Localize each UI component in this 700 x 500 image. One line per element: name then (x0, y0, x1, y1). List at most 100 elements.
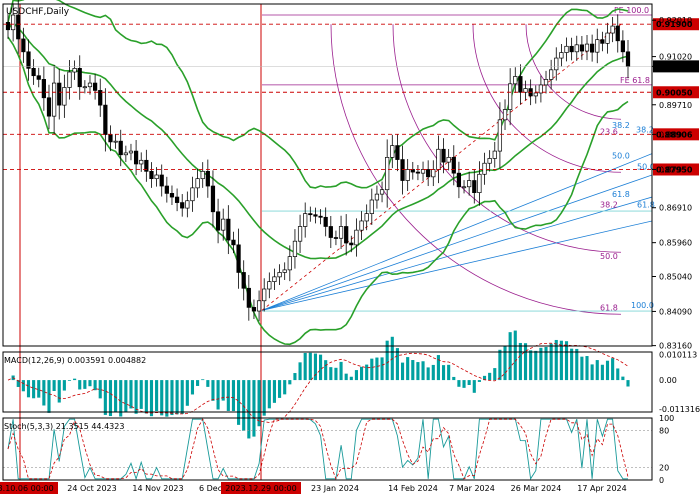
candle-body (190, 187, 195, 202)
candle-body (139, 159, 144, 165)
candle-body (467, 180, 472, 188)
fibo-fan-382-label: 38.2 (636, 126, 654, 135)
candle-body (77, 68, 82, 88)
candle-body (400, 159, 405, 181)
candle-body (369, 199, 374, 214)
candle-body (441, 148, 446, 163)
candle-body (513, 76, 518, 85)
candle-body (436, 148, 441, 170)
candle-body (246, 287, 251, 308)
candle-body (477, 173, 482, 194)
candle-body (508, 83, 513, 110)
candle-body (313, 214, 318, 217)
candle-body (605, 32, 610, 44)
candle-body (185, 200, 190, 209)
candle-body (554, 57, 559, 71)
candle-body (262, 288, 267, 302)
candle-body (497, 119, 503, 152)
x-tick-label: 7 Mar 2024 (449, 484, 495, 493)
candle-body (72, 68, 77, 73)
candle-body (5, 22, 11, 31)
x-tick-label: 17 Apr 2024 (577, 484, 626, 493)
macd-tick-label: 0.010113 (659, 350, 697, 359)
candle-body (625, 51, 631, 67)
candle-body (221, 218, 226, 231)
candle-body (451, 156, 456, 174)
fibo-arc-382-label: 38.2 (600, 200, 618, 209)
candle-body (349, 242, 354, 246)
candle-body (149, 170, 154, 180)
candle-body (180, 202, 185, 209)
fibo-100-label: 100.0 (631, 301, 654, 310)
candle-body (456, 172, 462, 188)
candle-body (579, 44, 584, 52)
candle-body (236, 244, 241, 273)
candle-body (415, 171, 421, 174)
y-tick-label: 0.85040 (659, 272, 692, 281)
candle-body (62, 87, 67, 106)
candle-body (590, 43, 595, 53)
candle-body (405, 169, 410, 181)
candle-body (374, 193, 380, 201)
candle-body (287, 256, 292, 271)
candle-body (103, 104, 108, 135)
chart-title: USDCHF,Daily (6, 7, 70, 17)
candle-body (446, 156, 451, 163)
y-tick-label: 0.85960 (659, 239, 692, 248)
candle-body (41, 79, 46, 99)
candle-body (36, 75, 41, 80)
candle-body (251, 307, 257, 312)
candle-body (11, 14, 16, 31)
candle-body (108, 134, 113, 143)
candle-body (574, 44, 579, 53)
candle-body (538, 84, 544, 94)
candle-body (200, 170, 205, 180)
fibo-382-label: 38.2 (612, 121, 630, 130)
candle-body (533, 92, 538, 97)
candle-body (123, 152, 128, 156)
candle-body (133, 150, 139, 165)
candle-body (31, 68, 36, 77)
candle-body (564, 45, 569, 53)
candle-body (277, 272, 282, 278)
candle-body (318, 215, 323, 218)
x-tick-label: 26 Mar 2024 (511, 484, 562, 493)
candle-body (308, 213, 313, 216)
candle-body (354, 229, 359, 246)
candle-body (595, 39, 600, 53)
candle-body (328, 226, 333, 238)
candle-body (584, 43, 590, 52)
candle-body (26, 51, 31, 69)
x-tick-label: 14 Feb 2024 (388, 484, 438, 493)
candle-body (205, 170, 210, 187)
candle-body (118, 140, 123, 156)
fibo-arc-618-label: 61.8 (600, 303, 618, 312)
y-tick-label: 0.90754 (659, 62, 692, 71)
y-tick-label: 0.88906 (659, 130, 692, 139)
candle-body (52, 82, 57, 117)
candle-body (420, 169, 426, 174)
candle-body (272, 276, 277, 282)
candle-body (128, 150, 134, 154)
stoch-tick-label: 100 (659, 414, 674, 423)
candle-body (241, 272, 246, 289)
candle-body (113, 140, 118, 143)
candle-body (482, 162, 487, 175)
candle-body (210, 185, 216, 213)
candle-body (472, 180, 477, 194)
candle-body (231, 239, 236, 246)
candle-body (303, 213, 308, 227)
candle-body (385, 156, 390, 191)
candle-body (461, 186, 467, 189)
candle-body (559, 52, 564, 59)
candle-body (169, 193, 175, 198)
fibo-fan-618-label: 61.8 (612, 190, 630, 199)
candle-body (543, 79, 549, 86)
candle-body (292, 240, 298, 257)
candle-body (282, 269, 287, 273)
candle-body (256, 300, 262, 312)
candle-body (164, 185, 169, 194)
candle-body (338, 226, 344, 239)
candle-body (267, 281, 272, 290)
candle-body (226, 218, 231, 241)
